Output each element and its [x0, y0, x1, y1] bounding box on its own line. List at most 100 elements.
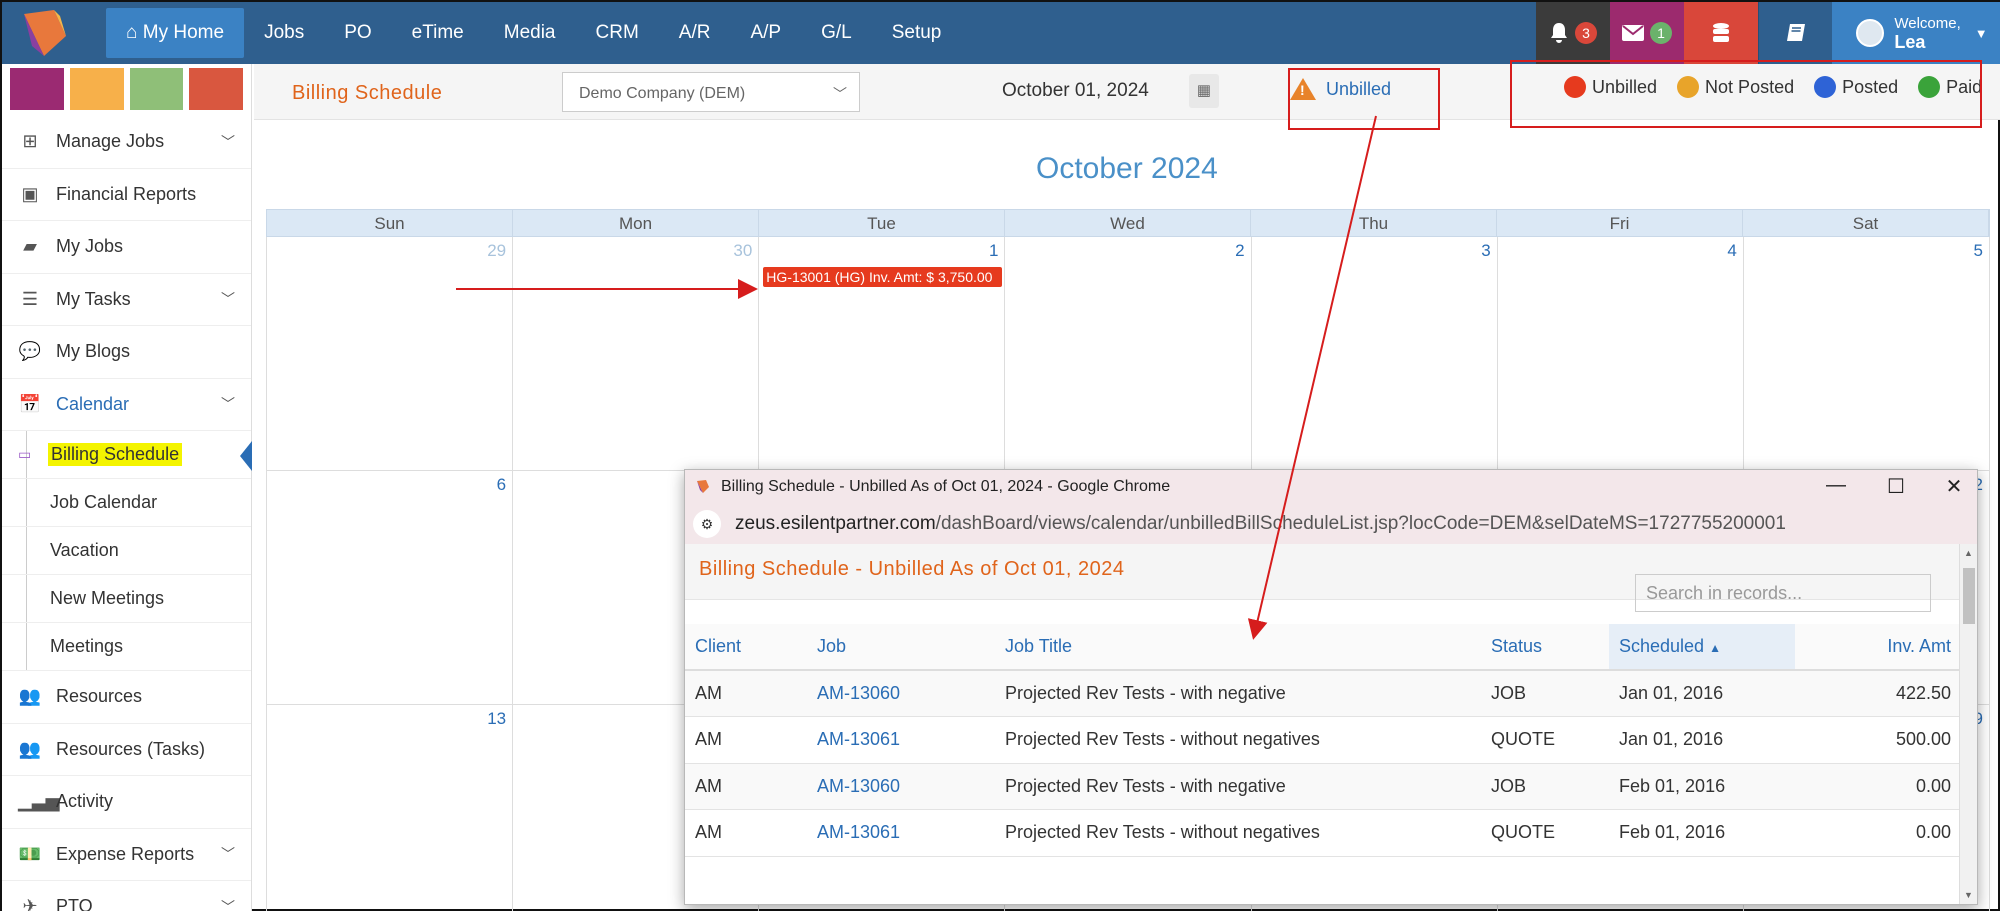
maximize-icon[interactable]: ☐ — [1881, 474, 1911, 499]
minimize-icon[interactable]: — — [1821, 474, 1851, 497]
search-input[interactable]: Search in records... — [1635, 574, 1931, 612]
tasks-icon: ☰ — [21, 288, 39, 309]
sidebar-subitem-meetings[interactable]: Meetings — [2, 623, 251, 671]
user-menu[interactable]: Welcome, Lea ▼ — [1832, 2, 2000, 64]
date-picker-button[interactable]: ▦ — [1189, 74, 1219, 108]
scroll-up-icon[interactable]: ▲ — [1964, 548, 1973, 558]
window-titlebar: Billing Schedule - Unbilled As of Oct 01… — [685, 470, 1977, 504]
close-icon[interactable]: ✕ — [1939, 474, 1969, 499]
nav-setup[interactable]: Setup — [872, 2, 962, 64]
col-client[interactable]: Client — [685, 624, 807, 671]
site-info-icon[interactable]: ⚙ — [693, 510, 721, 538]
scrollbar-thumb[interactable] — [1963, 568, 1975, 624]
calendar-icon: ▦ — [1196, 82, 1212, 99]
cell-job-title: Projected Rev Tests - with negative — [995, 763, 1481, 810]
cell-job-link[interactable]: AM-13061 — [807, 809, 995, 857]
col-inv-amt[interactable]: Inv. Amt — [1795, 624, 1961, 671]
calendar-day[interactable]: 13 — [267, 705, 514, 911]
cell-scheduled: Feb 01, 2016 — [1609, 809, 1795, 857]
col-status[interactable]: Status — [1481, 624, 1609, 671]
sidebar-item-manage-jobs[interactable]: ⊞ Manage Jobs ﹀ — [2, 116, 251, 169]
cell-job-link[interactable]: AM-13060 — [807, 670, 995, 717]
calendar-day[interactable]: 6 — [267, 471, 514, 705]
top-right-tools: 3 1 Welcome, Lea ▼ — [1536, 2, 2000, 64]
sidebar-item-expense-reports[interactable]: 💵 Expense Reports ﹀ — [2, 829, 251, 881]
dow-mon: Mon — [513, 210, 759, 236]
col-scheduled[interactable]: Scheduled ▲ — [1609, 624, 1795, 671]
table-row[interactable]: AM AM-13060 Projected Rev Tests - with n… — [685, 763, 1961, 810]
theme-swatch-orange[interactable] — [69, 68, 124, 110]
dow-sat: Sat — [1743, 210, 1989, 236]
sidebar-item-pto[interactable]: ✈ PTO ﹀ — [2, 881, 251, 911]
messages-button[interactable]: 1 — [1610, 2, 1684, 64]
sidebar-item-calendar[interactable]: 📅 Calendar ﹀ — [2, 379, 251, 431]
image-icon: ▣ — [21, 183, 39, 204]
calendar-day[interactable]: 30 — [513, 237, 760, 471]
favicon-icon — [697, 480, 709, 493]
avatar — [1856, 19, 1885, 47]
scroll-down-icon[interactable]: ▼ — [1964, 890, 1973, 900]
database-button[interactable] — [1684, 2, 1758, 64]
sidebar-subitem-new-meetings[interactable]: New Meetings — [2, 575, 251, 623]
theme-swatch-green[interactable] — [129, 68, 184, 110]
cell-client: AM — [685, 763, 807, 810]
table-row[interactable]: AM AM-13061 Projected Rev Tests - withou… — [685, 809, 1961, 857]
top-navbar: ⌂ My Home Jobs PO eTime Media CRM A/R A/… — [2, 2, 2000, 64]
comments-icon: 💬 — [18, 341, 42, 362]
theme-swatch-red[interactable] — [189, 68, 243, 110]
nav-ap[interactable]: A/P — [730, 2, 801, 64]
calendar-day[interactable]: 4 — [1497, 237, 1744, 471]
nav-ar[interactable]: A/R — [659, 2, 731, 64]
nav-etime[interactable]: eTime — [392, 2, 484, 64]
sidebar-item-activity[interactable]: ▁▃▅ Activity — [2, 776, 251, 829]
notifications-button[interactable]: 3 — [1536, 2, 1610, 64]
sidebar-subitem-billing-schedule[interactable]: ▭ Billing Schedule — [2, 431, 252, 479]
cell-scheduled: Jan 01, 2016 — [1609, 670, 1795, 717]
col-job-title[interactable]: Job Title — [995, 624, 1481, 671]
sidebar-subitem-job-calendar[interactable]: Job Calendar — [2, 479, 251, 527]
nav-po[interactable]: PO — [324, 2, 391, 64]
cell-job-link[interactable]: AM-13061 — [807, 716, 995, 764]
nav-media[interactable]: Media — [484, 2, 576, 64]
cell-job-link[interactable]: AM-13060 — [807, 763, 995, 810]
cell-status: QUOTE — [1481, 809, 1609, 857]
nav-jobs[interactable]: Jobs — [244, 2, 324, 64]
sidebar-subitem-vacation[interactable]: Vacation — [2, 527, 251, 575]
dow-sun: Sun — [267, 210, 513, 236]
bell-icon — [1551, 23, 1567, 43]
app-logo-icon[interactable] — [14, 6, 74, 60]
company-select[interactable]: Demo Company (DEM) ﹀ — [562, 72, 860, 112]
user-name: Lea — [1894, 32, 1926, 52]
theme-swatches — [2, 64, 251, 116]
cell-status: QUOTE — [1481, 716, 1609, 764]
nav-my-home[interactable]: ⌂ My Home — [106, 8, 245, 58]
cell-client: AM — [685, 670, 807, 717]
days-of-week: Sun Mon Tue Wed Thu Fri Sat — [266, 209, 1990, 237]
calendar-day[interactable]: 29 — [267, 237, 514, 471]
cell-scheduled: Feb 01, 2016 — [1609, 763, 1795, 810]
calendar-day[interactable]: 3 — [1251, 237, 1498, 471]
billing-event[interactable]: HG-13001 (HG) Inv. Amt: $ 3,750.00 — [763, 267, 1003, 287]
calendar-day[interactable]: 1 HG-13001 (HG) Inv. Amt: $ 3,750.00 — [759, 237, 1006, 471]
nav-gl[interactable]: G/L — [801, 2, 872, 64]
plane-icon: ✈ — [22, 896, 38, 911]
popup-scrollbar[interactable]: ▲ ▼ — [1959, 544, 1977, 904]
help-book-button[interactable] — [1758, 2, 1832, 64]
address-bar[interactable]: ⚙ zeus.esilentpartner.com/dashBoard/view… — [685, 504, 1977, 544]
sidebar-item-resources-tasks[interactable]: 👥 Resources (Tasks) — [2, 724, 251, 776]
theme-swatch-purple[interactable] — [10, 68, 64, 110]
sidebar-item-my-jobs[interactable]: ▰ My Jobs — [2, 221, 251, 274]
sidebar-item-financial-reports[interactable]: ▣ Financial Reports — [2, 169, 251, 221]
table-row[interactable]: AM AM-13060 Projected Rev Tests - with n… — [685, 670, 1961, 717]
sidebar-item-my-tasks[interactable]: ☰ My Tasks ﹀ — [2, 274, 251, 326]
table-row[interactable]: AM AM-13061 Projected Rev Tests - withou… — [685, 716, 1961, 764]
cell-inv-amt: 422.50 — [1795, 670, 1961, 717]
col-job[interactable]: Job — [807, 624, 995, 671]
sidebar-item-resources[interactable]: 👥 Resources — [2, 671, 251, 724]
calendar-day[interactable]: 2 — [1005, 237, 1252, 471]
sidebar-item-my-blogs[interactable]: 💬 My Blogs — [2, 326, 251, 379]
page-title: Billing Schedule — [292, 82, 443, 104]
cell-status: JOB — [1481, 763, 1609, 810]
calendar-day[interactable]: 5 — [1743, 237, 1990, 471]
nav-crm[interactable]: CRM — [576, 2, 659, 64]
